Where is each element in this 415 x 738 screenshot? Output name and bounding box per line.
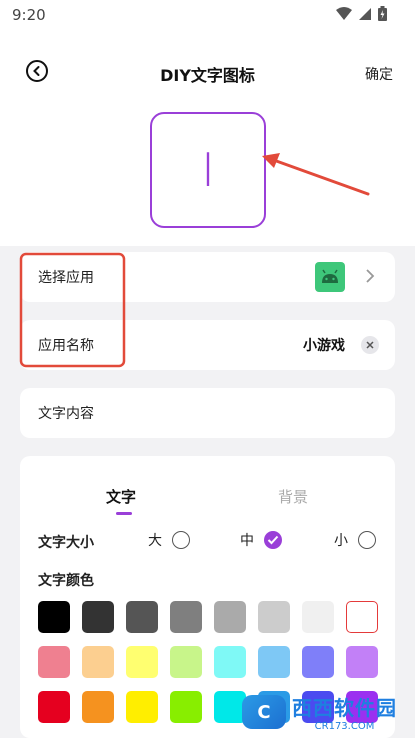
text-content-label: 文字内容: [38, 406, 94, 422]
watermark-url: CR173.COM: [314, 721, 375, 732]
signal-icon: [359, 7, 371, 20]
tab-background[interactable]: 背景: [278, 486, 308, 507]
watermark-logo: C: [242, 695, 286, 729]
size-option-large[interactable]: 大: [148, 530, 190, 550]
color-swatch[interactable]: [346, 646, 378, 678]
color-swatch[interactable]: [346, 601, 378, 633]
color-swatch[interactable]: [82, 646, 114, 678]
size-option-small[interactable]: 小: [334, 530, 376, 550]
color-swatch[interactable]: [38, 691, 70, 723]
status-time: 9:20: [12, 6, 46, 24]
color-swatch[interactable]: [258, 601, 290, 633]
color-swatch[interactable]: [170, 691, 202, 723]
color-swatch[interactable]: [126, 601, 158, 633]
page-title: DIY文字图标: [160, 66, 255, 85]
watermark: C 西西软件园 CR173.COM: [242, 692, 397, 732]
app-name-value[interactable]: 小游戏: [303, 335, 345, 355]
annotation-box: [19, 252, 126, 368]
wifi-icon: [336, 6, 352, 20]
android-app-icon: [315, 262, 345, 292]
text-color-label: 文字颜色: [38, 573, 94, 589]
size-large-radio[interactable]: [172, 531, 190, 549]
chevron-right-icon: [366, 269, 375, 283]
size-small-radio[interactable]: [358, 531, 376, 549]
battery-icon: [378, 6, 387, 21]
color-swatch[interactable]: [38, 601, 70, 633]
size-option-large-label: 大: [148, 533, 162, 549]
color-swatch[interactable]: [82, 691, 114, 723]
color-swatch[interactable]: [170, 646, 202, 678]
check-icon: [267, 535, 279, 545]
color-swatch[interactable]: [302, 646, 334, 678]
tab-indicator: [116, 512, 132, 515]
status-bar: 9:20: [0, 0, 415, 34]
annotation-arrow: [262, 153, 370, 196]
color-swatch[interactable]: [214, 601, 246, 633]
watermark-title: 西西软件园: [292, 696, 397, 720]
confirm-button[interactable]: 确定: [365, 64, 393, 84]
color-swatch[interactable]: [82, 601, 114, 633]
clear-button[interactable]: [361, 336, 379, 354]
icon-preview: I: [150, 112, 266, 228]
close-icon: [366, 341, 374, 349]
size-option-small-label: 小: [334, 533, 348, 549]
color-swatch[interactable]: [302, 601, 334, 633]
size-medium-radio[interactable]: [264, 531, 282, 549]
status-icons: [336, 6, 387, 21]
size-option-medium[interactable]: 中: [240, 530, 282, 550]
size-option-medium-label: 中: [240, 533, 254, 549]
header: DIY文字图标 确定: [0, 34, 415, 102]
color-swatch[interactable]: [258, 646, 290, 678]
color-swatch[interactable]: [214, 646, 246, 678]
color-swatch[interactable]: [170, 601, 202, 633]
icon-preview-text: I: [201, 143, 215, 197]
color-swatch[interactable]: [126, 691, 158, 723]
color-swatch[interactable]: [126, 646, 158, 678]
color-swatch[interactable]: [38, 646, 70, 678]
text-size-label: 文字大小: [38, 535, 94, 551]
text-content-row[interactable]: 文字内容: [20, 388, 395, 438]
tab-text[interactable]: 文字: [106, 486, 136, 507]
